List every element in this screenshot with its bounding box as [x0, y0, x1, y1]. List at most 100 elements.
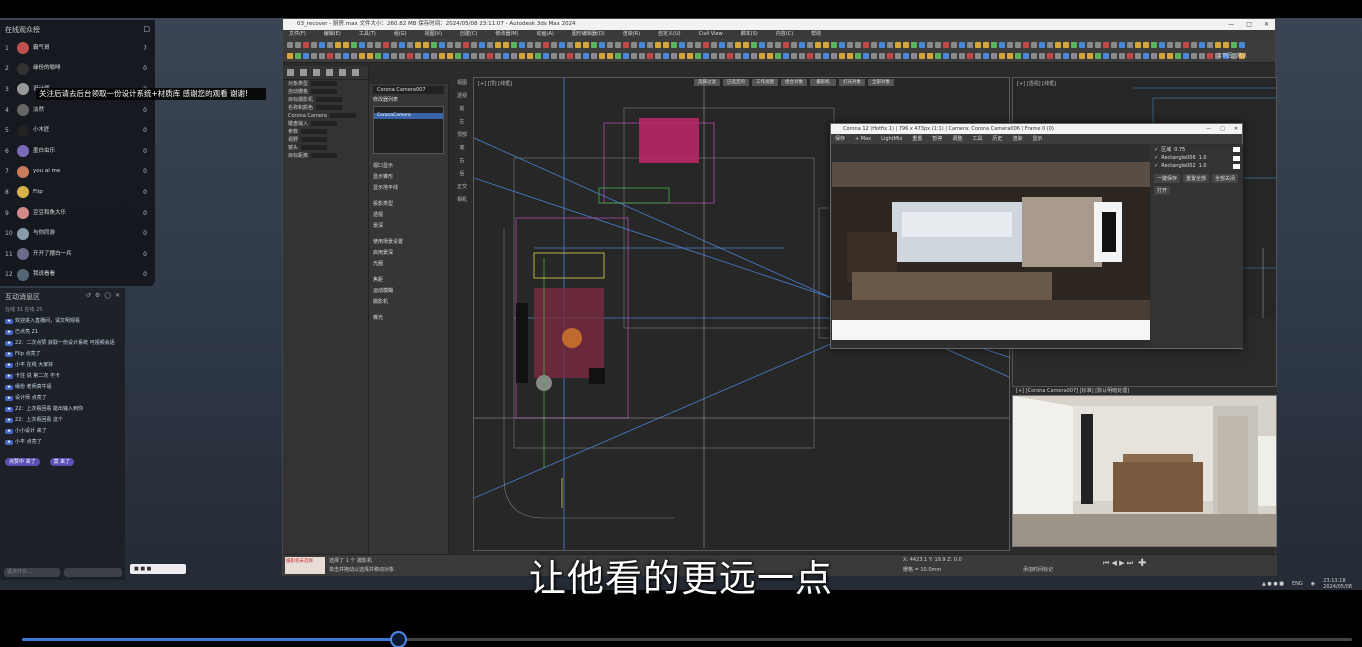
menu-item[interactable]: 动画(A) [537, 30, 554, 39]
toolbar-tool-icon[interactable] [431, 42, 437, 48]
toolbar-tool-icon[interactable] [935, 42, 941, 48]
toolbar-tool-icon[interactable] [863, 53, 869, 59]
toolbar-tool-icon[interactable] [799, 42, 805, 48]
lightmix-button[interactable]: 全部关闭 [1212, 174, 1239, 183]
toolbar-tool-icon[interactable] [679, 53, 685, 59]
toolbar-tool-icon[interactable] [1087, 53, 1093, 59]
create-tab-icon[interactable] [287, 69, 294, 76]
toolbar-tool-icon[interactable] [495, 53, 501, 59]
viewport-side-label[interactable]: 右 [453, 157, 471, 164]
toolbar-tool-icon[interactable] [479, 53, 485, 59]
vfb-toolbar-button[interactable]: 暂停 [932, 134, 942, 144]
toolbar-tool-icon[interactable] [815, 53, 821, 59]
toolbar-tool-icon[interactable] [335, 53, 341, 59]
toolbar-tool-icon[interactable] [471, 42, 477, 48]
vfb-toolbar-button[interactable]: 工具 [972, 134, 982, 144]
toolbar-tool-icon[interactable] [719, 53, 725, 59]
toolbar-tool-icon[interactable] [903, 53, 909, 59]
toolbar-tool-icon[interactable] [583, 42, 589, 48]
camera-viewport-label[interactable]: [+] [Corona Camera007] [标准] [默认明暗处理] [1012, 387, 1277, 395]
toolbar-tool-icon[interactable] [991, 53, 997, 59]
toolbar-tool-icon[interactable] [1071, 42, 1077, 48]
toolbar-tool-icon[interactable] [943, 53, 949, 59]
toolbar-tool-icon[interactable] [1199, 42, 1205, 48]
command-panel-field[interactable] [301, 129, 328, 134]
modifier-section[interactable]: 摄影机 [369, 298, 448, 306]
toolbar-tool-icon[interactable] [959, 42, 965, 48]
lightmix-button[interactable]: 一键保存 [1154, 174, 1181, 183]
toolbar-tool-icon[interactable] [999, 53, 1005, 59]
command-panel-item[interactable]: 自动栅格 [283, 88, 368, 96]
toolbar-tool-icon[interactable] [1183, 53, 1189, 59]
toolbar-tool-icon[interactable] [839, 42, 845, 48]
toolbar-tool-icon[interactable] [1031, 42, 1037, 48]
viewer-row[interactable]: 11 开开了摆白一兵 0 [0, 244, 155, 265]
toolbar-tool-icon[interactable] [807, 53, 813, 59]
toolbar-tool-icon[interactable] [367, 53, 373, 59]
toolbar-tool-icon[interactable] [1015, 53, 1021, 59]
viewer-row[interactable]: 10 与你同游 0 [0, 223, 155, 244]
toolbar-tool-icon[interactable] [663, 53, 669, 59]
toolbar-tool-icon[interactable] [623, 53, 629, 59]
toolbar-tool-icon[interactable] [687, 53, 693, 59]
toolbar-tool-icon[interactable] [1119, 53, 1125, 59]
toolbar-tool-icon[interactable] [1087, 42, 1093, 48]
toolbar-tool-icon[interactable] [383, 42, 389, 48]
motion-tab-icon[interactable] [326, 69, 333, 76]
toolbar-tool-icon[interactable] [1039, 53, 1045, 59]
toolbar-tool-icon[interactable] [463, 53, 469, 59]
command-panel-item[interactable]: 视野 [283, 136, 368, 144]
layer-value[interactable]: 0.75 [1174, 147, 1185, 153]
toolbar-tool-icon[interactable] [303, 53, 309, 59]
modifier-section[interactable]: 焦距 [369, 276, 448, 284]
toolbar-tool-icon[interactable] [791, 53, 797, 59]
toolbar-tool-icon[interactable] [703, 53, 709, 59]
toolbar-tool-icon[interactable] [775, 42, 781, 48]
toolbar-tool-icon[interactable] [871, 42, 877, 48]
toolbar-tool-icon[interactable] [375, 53, 381, 59]
toolbar-tool-icon[interactable] [743, 53, 749, 59]
toolbar-tool-icon[interactable] [831, 53, 837, 59]
toolbar-tool-icon[interactable] [655, 53, 661, 59]
toolbar-tool-icon[interactable] [935, 53, 941, 59]
layer-checkbox[interactable]: ✓ [1154, 163, 1158, 169]
render-canvas[interactable] [832, 162, 1150, 340]
vfb-toolbar-button[interactable]: + Max [855, 134, 871, 144]
toolbar-tool-icon[interactable] [295, 53, 301, 59]
toolbar-tool-icon[interactable] [783, 53, 789, 59]
toolbar-tool-icon[interactable] [423, 42, 429, 48]
layer-checkbox[interactable]: ✓ [1154, 147, 1158, 153]
toolbar-tool-icon[interactable] [311, 53, 317, 59]
toolbar-tool-icon[interactable] [719, 42, 725, 48]
modifier-section[interactable]: 曝光 [369, 314, 448, 322]
toolbar-tool-icon[interactable] [535, 53, 541, 59]
viewer-row[interactable]: 1 霸气哥 7 [0, 38, 155, 59]
toolbar-tool-icon[interactable] [735, 42, 741, 48]
toolbar-tool-icon[interactable] [951, 53, 957, 59]
toolbar-tool-icon[interactable] [351, 42, 357, 48]
command-panel-item[interactable]: 目标摄影机 [283, 96, 368, 104]
toolbar-tool-icon[interactable] [1071, 53, 1077, 59]
toolbar-tool-icon[interactable] [879, 53, 885, 59]
toolbar-tool-icon[interactable] [287, 53, 293, 59]
toolbar-tool-icon[interactable] [1167, 53, 1173, 59]
toolbar-tool-icon[interactable] [879, 42, 885, 48]
toolbar-tool-icon[interactable] [607, 53, 613, 59]
toolbar-tool-icon[interactable] [647, 42, 653, 48]
toolbar-tool-icon[interactable] [975, 53, 981, 59]
toolbar-tool-icon[interactable] [1191, 53, 1197, 59]
toolbar-tool-icon[interactable] [1159, 53, 1165, 59]
menu-item[interactable]: 渲染(R) [623, 30, 640, 39]
modifier-section[interactable]: 光圈 [369, 260, 448, 268]
toolbar-tool-icon[interactable] [831, 42, 837, 48]
toolbar-tool-icon[interactable] [767, 42, 773, 48]
toolbar-tool-icon[interactable] [527, 42, 533, 48]
toolbar-tool-icon[interactable] [799, 53, 805, 59]
modifier-section[interactable]: 显示锥形 [369, 173, 448, 181]
vfb-toolbar-button[interactable]: 显示 [1032, 134, 1042, 144]
toolbar-tool-icon[interactable] [871, 53, 877, 59]
toolbar-tool-icon[interactable] [695, 53, 701, 59]
lightmix-layer-row[interactable]: ✓ Rectangle006 1.0 [1151, 154, 1243, 162]
viewer-row[interactable]: 9 豆豆和魚大乐 0 [0, 203, 155, 224]
toolbar-tool-icon[interactable] [431, 53, 437, 59]
